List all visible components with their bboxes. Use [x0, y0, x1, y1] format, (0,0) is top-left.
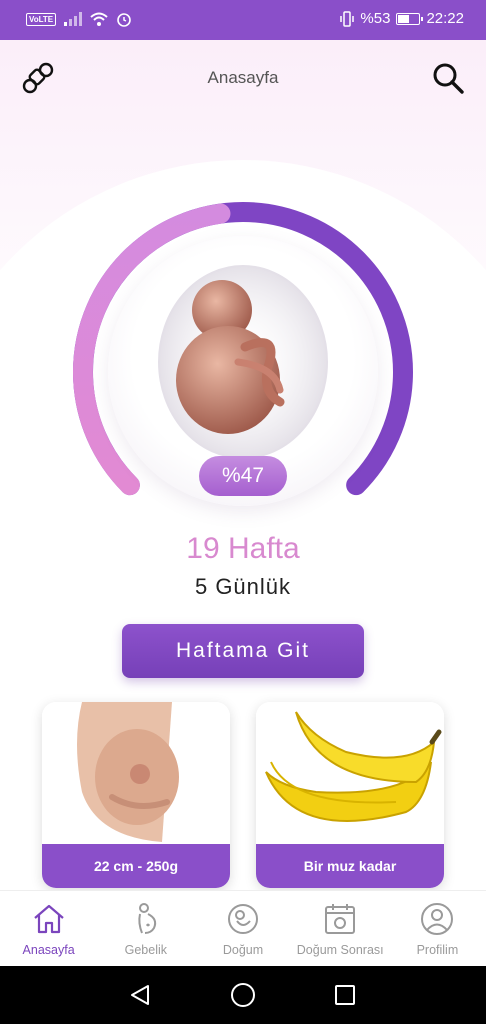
profile-icon: [421, 903, 454, 935]
back-icon[interactable]: [128, 983, 152, 1007]
signal-icon: [64, 12, 83, 26]
nav-label-profile: Profilim: [416, 943, 459, 957]
wifi-icon: [90, 12, 108, 26]
battery-percent: %53: [360, 10, 391, 27]
clock: 22:22: [426, 10, 464, 27]
alarm-icon: [117, 13, 131, 27]
nav-label-pregnancy: Gebelik: [124, 943, 167, 957]
status-left: VoLTE: [26, 11, 132, 27]
banana-image: [256, 702, 444, 844]
home-button-icon[interactable]: [230, 982, 256, 1008]
nav-label-birth: Doğum: [222, 943, 264, 957]
baby-size-card[interactable]: 22 cm - 250g: [42, 702, 230, 888]
progress-percent-badge: %47: [199, 456, 287, 496]
nav-item-profile[interactable]: Profilim: [389, 891, 486, 966]
status-right: %53 22:22: [340, 10, 464, 27]
nav-item-home[interactable]: Anasayfa: [0, 891, 97, 966]
birth-icon: [228, 904, 258, 934]
vibrate-icon: [340, 10, 355, 27]
system-navigation-bar: [0, 966, 486, 1024]
belly-image: [42, 702, 230, 844]
nav-item-birth[interactable]: Doğum: [194, 891, 291, 966]
volte-badge: VoLTE: [26, 12, 57, 26]
recent-apps-icon[interactable]: [334, 984, 356, 1006]
battery-icon: [396, 12, 424, 25]
home-icon: [33, 904, 64, 934]
baby-size-label: 22 cm - 250g: [42, 844, 230, 888]
search-icon[interactable]: [430, 60, 466, 96]
nav-label-postpartum: Doğum Sonrası: [296, 943, 384, 957]
app-header: Anasayfa: [0, 40, 486, 120]
pregnancy-icon: [138, 903, 156, 934]
fetus-image: [158, 265, 328, 459]
page-title: Anasayfa: [207, 68, 279, 87]
status-bar: VoLTE %53 22:22: [0, 0, 486, 40]
nav-item-pregnancy[interactable]: Gebelik: [97, 891, 194, 966]
battery-fill: [398, 14, 409, 23]
nav-label-home: Anasayfa: [22, 943, 75, 957]
bottom-navigation: Anasayfa Gebelik Doğum Doğum Sonrası Pro…: [0, 890, 486, 966]
pregnancy-week: 19 Hafta: [186, 532, 300, 565]
fruit-comparison-card[interactable]: Bir muz kadar: [256, 702, 444, 888]
go-to-my-week-button[interactable]: Haftama Git: [122, 624, 364, 678]
calendar-baby-icon: [325, 904, 356, 934]
fruit-comparison-label: Bir muz kadar: [256, 844, 444, 888]
pregnancy-days: 5 Günlük: [194, 574, 292, 599]
nav-item-postpartum[interactable]: Doğum Sonrası: [292, 891, 389, 966]
